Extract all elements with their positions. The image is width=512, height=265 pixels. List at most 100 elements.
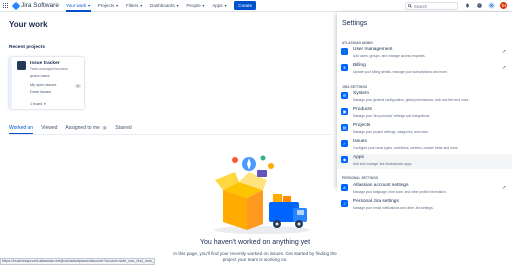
- external-link-icon: ↗: [501, 185, 506, 191]
- project-name[interactable]: Issue tracker: [30, 61, 60, 66]
- settings-item-atlassian-account[interactable]: A Atlassian account settings Manage your…: [337, 182, 512, 197]
- quick-links-label: QUICK LINKS: [30, 74, 50, 78]
- settings-item-user-management[interactable]: 👤 User management Add users, groups, and…: [337, 46, 512, 61]
- project-card-stripe: [9, 57, 12, 109]
- board-dropdown[interactable]: 1 board ▼: [30, 102, 46, 106]
- item-desc: Add users, groups, and manage access req…: [353, 53, 426, 58]
- search-input[interactable]: Search: [405, 2, 458, 10]
- nav-projects-label: Projects: [97, 3, 115, 8]
- quick-link-my-open-issues[interactable]: My open issues: [30, 83, 56, 87]
- item-name: Apps: [353, 155, 364, 160]
- open-issues-count-badge: 0: [75, 84, 81, 88]
- avatar[interactable]: TH: [500, 2, 507, 9]
- settings-item-apps[interactable]: ◆ Apps Add and manage Jira Marketplace a…: [337, 154, 512, 169]
- item-name: System: [353, 91, 369, 96]
- external-link-icon: ↗: [501, 49, 506, 55]
- users-icon: 👤: [341, 48, 348, 55]
- item-name: Issues: [353, 139, 367, 144]
- help-icon[interactable]: ?: [476, 2, 483, 9]
- projects-icon: ▤: [341, 124, 348, 131]
- settings-item-billing[interactable]: $ Billing Update your billing details, m…: [337, 62, 512, 77]
- item-name: Products: [353, 107, 372, 112]
- jira-logo[interactable]: Jira Software: [11, 1, 59, 10]
- item-desc: Manage your language, time zone, and oth…: [353, 189, 447, 194]
- empty-state-description: In this page, you'll find your recently …: [173, 251, 337, 262]
- item-desc: Manage your email notifications and othe…: [353, 205, 434, 210]
- item-name: Projects: [353, 123, 371, 128]
- settings-panel-lower: A Atlassian account settings Manage your…: [337, 180, 512, 214]
- assigned-count-badge: 0: [102, 126, 108, 130]
- project-avatar-icon: [17, 61, 26, 70]
- nav-apps[interactable]: Apps ▼: [212, 0, 227, 12]
- item-desc: Manage your general configuration, globa…: [353, 97, 470, 102]
- project-card[interactable]: Issue tracker Team-managed business QUIC…: [9, 57, 84, 109]
- apps-icon: ◆: [341, 156, 348, 163]
- chevron-down-icon: ▼: [43, 102, 47, 106]
- quick-link-done-issues[interactable]: Done issues: [30, 90, 51, 94]
- chevron-down-icon: ▼: [201, 3, 206, 8]
- settings-title: Settings: [342, 20, 368, 27]
- settings-item-products[interactable]: ▣ Products Manage your Jira products' se…: [337, 106, 512, 121]
- tab-viewed[interactable]: Viewed: [41, 125, 57, 134]
- item-desc: Update your billing details, manage your…: [353, 69, 448, 74]
- project-type: Team-managed business: [30, 67, 68, 71]
- item-name: User management: [353, 47, 393, 52]
- group-jira-settings: JIRA SETTINGS: [342, 85, 368, 89]
- tab-assigned-to-me[interactable]: Assigned to me 0: [65, 125, 108, 134]
- settings-item-personal-jira[interactable]: J Personal Jira settings Manage your ema…: [337, 198, 512, 213]
- create-button[interactable]: Create: [234, 1, 257, 10]
- nav-filters-label: Filters: [125, 3, 139, 8]
- tab-assigned-label: Assigned to me: [65, 125, 100, 131]
- recent-projects-heading: Recent projects: [9, 45, 45, 50]
- svg-text:?: ?: [479, 4, 481, 8]
- group-atlassian-admin: ATLASSIAN ADMIN: [342, 41, 373, 45]
- system-icon: ⚙: [341, 92, 348, 99]
- products-icon: ▣: [341, 108, 348, 115]
- settings-panel: Settings ATLASSIAN ADMIN 👤 User manageme…: [337, 12, 512, 188]
- nav-people-label: People: [186, 3, 201, 8]
- notifications-bell-icon[interactable]: [464, 2, 471, 9]
- settings-item-system[interactable]: ⚙ System Manage your general configurati…: [337, 90, 512, 105]
- tab-starred[interactable]: Starred: [115, 125, 131, 134]
- personal-settings-icon: J: [341, 200, 348, 207]
- page-title: Your work: [9, 20, 48, 29]
- chevron-down-icon: ▼: [87, 3, 91, 8]
- board-dropdown-label: 1 board: [30, 102, 43, 106]
- chevron-down-icon: ▼: [223, 3, 228, 8]
- item-desc: Manage your project settings, categories…: [353, 129, 430, 134]
- top-navigation: Jira Software Your work ▼ Projects ▼ Fil…: [0, 0, 512, 12]
- search-placeholder: Search: [414, 3, 428, 9]
- nav-your-work-label: Your work: [65, 3, 87, 8]
- nav-dashboards[interactable]: Dashboards ▼: [150, 0, 179, 12]
- nav-people[interactable]: People ▼: [186, 0, 205, 12]
- settings-gear-icon[interactable]: [488, 2, 495, 9]
- work-tabs: Worked on Viewed Assigned to me 0 Starre…: [9, 125, 132, 134]
- tab-worked-on[interactable]: Worked on: [9, 125, 34, 134]
- item-name: Billing: [353, 63, 366, 68]
- nav-filters[interactable]: Filters ▼: [126, 0, 143, 12]
- item-desc: Configure your issue types, workflows, s…: [353, 145, 459, 150]
- search-icon: [408, 4, 412, 8]
- issues-icon: ✓: [341, 140, 348, 147]
- account-icon: A: [341, 184, 348, 191]
- billing-icon: $: [341, 64, 348, 71]
- chevron-down-icon: ▼: [115, 3, 119, 8]
- logo-text: Jira Software: [21, 2, 59, 9]
- tabs-divider: [9, 134, 332, 135]
- browser-status-bar: https://businesspromt.atlassian.net/jira…: [0, 258, 155, 265]
- empty-state-illustration: [214, 155, 310, 234]
- external-link-icon: ↗: [501, 65, 506, 71]
- nav-dashboards-label: Dashboards: [150, 3, 175, 8]
- item-name: Personal Jira settings: [353, 199, 399, 204]
- settings-item-issues[interactable]: ✓ Issues Configure your issue types, wor…: [337, 138, 512, 153]
- app-switcher-icon[interactable]: [3, 2, 9, 9]
- settings-item-projects[interactable]: ▤ Projects Manage your project settings,…: [337, 122, 512, 137]
- item-desc: Manage your Jira products' settings and …: [353, 113, 431, 118]
- chevron-down-icon: ▼: [139, 3, 144, 8]
- nav-apps-label: Apps: [212, 3, 223, 8]
- jira-logo-icon: [11, 1, 21, 10]
- nav-your-work[interactable]: Your work ▼: [65, 0, 91, 12]
- empty-state-title: You haven't worked on anything yet: [199, 239, 311, 246]
- nav-projects[interactable]: Projects ▼: [98, 0, 119, 12]
- chevron-down-icon: ▼: [175, 3, 180, 8]
